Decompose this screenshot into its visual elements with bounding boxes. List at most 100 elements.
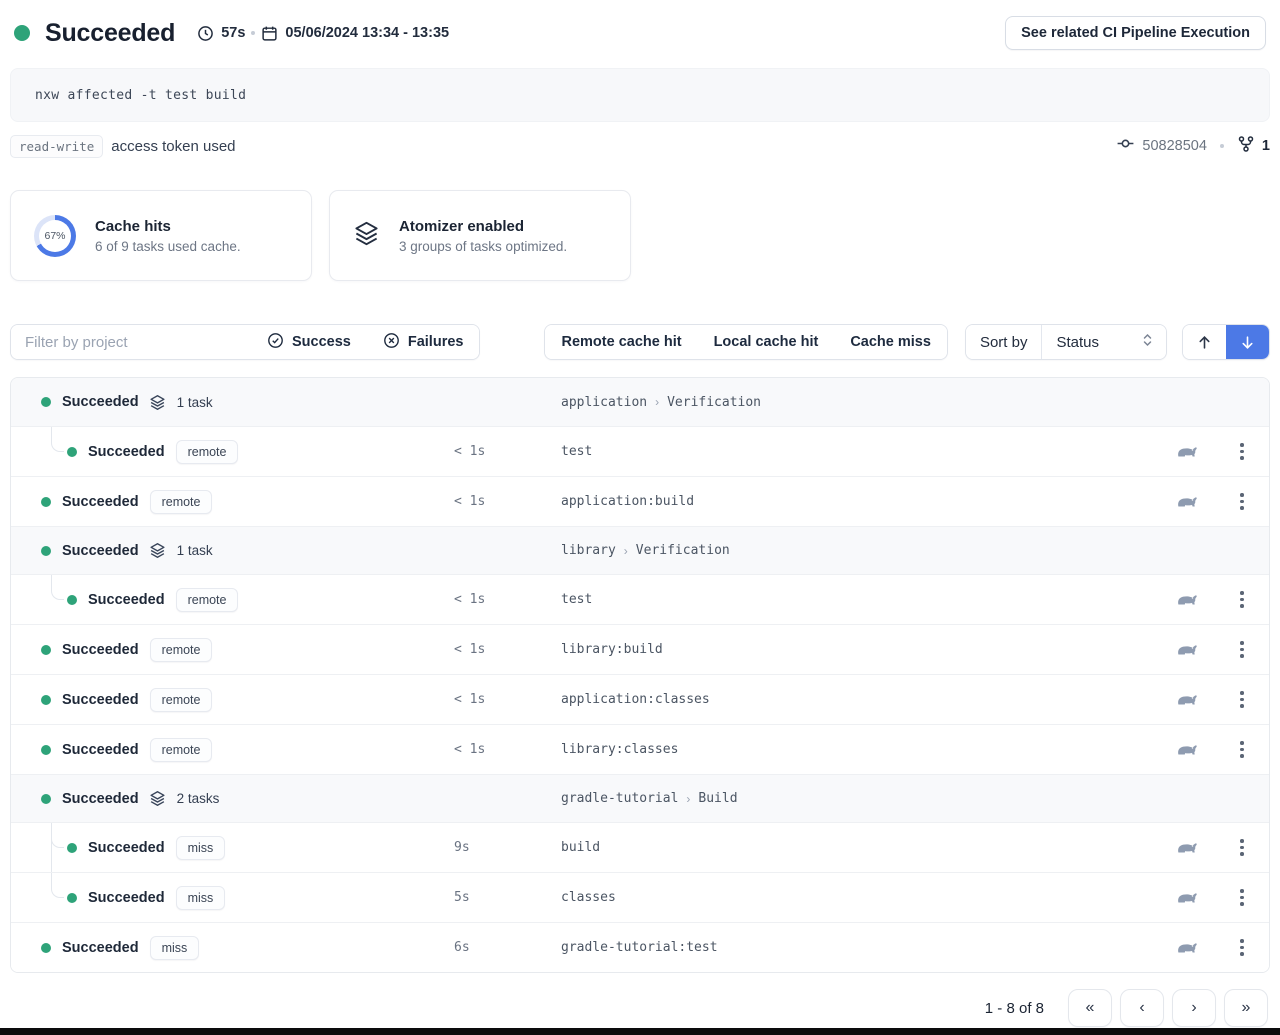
cache-filter-group: Remote cache hit Local cache hit Cache m… bbox=[544, 324, 947, 360]
tree-connector bbox=[51, 575, 64, 600]
access-token-badge: read-write bbox=[10, 135, 103, 158]
failures-filter-label: Failures bbox=[408, 334, 464, 350]
task-group-row[interactable]: Succeeded 2 tasks gradle-tutorial › Buil… bbox=[11, 774, 1269, 822]
status-dot bbox=[41, 695, 51, 705]
status-dot bbox=[41, 645, 51, 655]
gradle-elephant-icon[interactable] bbox=[1159, 575, 1215, 624]
gradle-elephant-icon[interactable] bbox=[1159, 873, 1215, 922]
gradle-elephant-icon[interactable] bbox=[1159, 675, 1215, 724]
command-box: nxw affected -t test build bbox=[10, 68, 1270, 122]
cache-status-badge: remote bbox=[150, 738, 213, 762]
task-row[interactable]: Succeeded remote < 1s test bbox=[11, 426, 1269, 476]
status-dot bbox=[67, 447, 77, 457]
access-token-text: access token used bbox=[111, 138, 235, 155]
sort-select[interactable]: Status bbox=[1041, 325, 1166, 359]
tree-connector bbox=[51, 427, 64, 452]
row-menu-kebab-icon[interactable] bbox=[1215, 625, 1269, 674]
status-dot bbox=[41, 497, 51, 507]
filter-project-input[interactable] bbox=[11, 325, 251, 359]
pagination-range-label: 1 - 8 of 8 bbox=[985, 1000, 1044, 1017]
commit-sha[interactable]: 50828504 bbox=[1142, 138, 1207, 154]
related-pipeline-button[interactable]: See related CI Pipeline Execution bbox=[1005, 16, 1266, 50]
chevron-right-icon: › bbox=[624, 544, 628, 558]
task-status-label: Succeeded bbox=[88, 840, 165, 856]
task-status-label: Succeeded bbox=[62, 692, 139, 708]
task-row[interactable]: Succeeded remote < 1s test bbox=[11, 574, 1269, 624]
task-status-label: Succeeded bbox=[62, 940, 139, 956]
clock-icon bbox=[197, 25, 214, 42]
gradle-elephant-icon[interactable] bbox=[1159, 477, 1215, 526]
task-row[interactable]: Succeeded remote < 1s application:classe… bbox=[11, 674, 1269, 724]
cache-hits-percent: 67% bbox=[44, 230, 65, 242]
gradle-elephant-icon[interactable] bbox=[1159, 427, 1215, 476]
gradle-elephant-icon[interactable] bbox=[1159, 725, 1215, 774]
row-menu-kebab-icon[interactable] bbox=[1215, 427, 1269, 476]
date-range-text: 05/06/2024 13:34 - 13:35 bbox=[285, 25, 449, 41]
header: Succeeded 57s 05/06/2024 13:34 - 13:35 S… bbox=[10, 0, 1270, 66]
task-duration: < 1s bbox=[454, 692, 561, 707]
sort-control: Sort by Status bbox=[965, 324, 1167, 360]
remote-cache-hit-button[interactable]: Remote cache hit bbox=[545, 325, 697, 359]
first-page-button[interactable]: « bbox=[1068, 989, 1112, 1027]
next-page-button[interactable]: › bbox=[1172, 989, 1216, 1027]
row-menu-kebab-icon[interactable] bbox=[1215, 923, 1269, 972]
atomizer-title: Atomizer enabled bbox=[399, 218, 567, 235]
failures-filter-button[interactable]: Failures bbox=[367, 325, 480, 359]
task-row[interactable]: Succeeded remote < 1s application:build bbox=[11, 476, 1269, 526]
separator-dot bbox=[251, 31, 255, 35]
task-duration: 6s bbox=[454, 940, 561, 955]
sorter-icon bbox=[1141, 332, 1154, 352]
row-menu-kebab-icon[interactable] bbox=[1215, 873, 1269, 922]
sort-ascending-button[interactable] bbox=[1183, 325, 1226, 359]
task-row[interactable]: Succeeded remote < 1s library:classes bbox=[11, 724, 1269, 774]
last-page-button[interactable]: » bbox=[1224, 989, 1268, 1027]
gradle-elephant-icon[interactable] bbox=[1159, 823, 1215, 872]
task-group-row[interactable]: Succeeded 1 task application › Verificat… bbox=[11, 378, 1269, 426]
task-row[interactable]: Succeeded miss 9s build bbox=[11, 822, 1269, 872]
group-status-label: Succeeded bbox=[62, 394, 139, 410]
row-menu-kebab-icon[interactable] bbox=[1215, 823, 1269, 872]
row-menu-kebab-icon[interactable] bbox=[1215, 477, 1269, 526]
cache-miss-button[interactable]: Cache miss bbox=[834, 325, 947, 359]
status-dot bbox=[41, 546, 51, 556]
row-menu-kebab-icon[interactable] bbox=[1215, 675, 1269, 724]
task-row[interactable]: Succeeded miss 6s gradle-tutorial:test bbox=[11, 922, 1269, 972]
chevron-right-icon: › bbox=[686, 792, 690, 806]
layers-icon bbox=[149, 394, 166, 411]
task-status-label: Succeeded bbox=[62, 642, 139, 658]
local-cache-hit-button[interactable]: Local cache hit bbox=[698, 325, 835, 359]
task-duration: < 1s bbox=[454, 494, 561, 509]
cache-status-badge: remote bbox=[150, 638, 213, 662]
task-duration: < 1s bbox=[454, 444, 561, 459]
row-menu-kebab-icon[interactable] bbox=[1215, 575, 1269, 624]
status-dot bbox=[67, 893, 77, 903]
success-filter-button[interactable]: Success bbox=[251, 325, 367, 359]
task-row[interactable]: Succeeded miss 5s classes bbox=[11, 872, 1269, 922]
cache-status-badge: remote bbox=[176, 588, 239, 612]
gradle-elephant-icon[interactable] bbox=[1159, 625, 1215, 674]
task-name: application:classes bbox=[561, 692, 710, 707]
row-menu-kebab-icon[interactable] bbox=[1215, 725, 1269, 774]
project-filter-group: Success Failures bbox=[10, 324, 480, 360]
task-row[interactable]: Succeeded remote < 1s library:build bbox=[11, 624, 1269, 674]
task-list: Succeeded 1 task application › Verificat… bbox=[10, 377, 1270, 973]
task-duration: < 1s bbox=[454, 742, 561, 757]
gradle-elephant-icon[interactable] bbox=[1159, 923, 1215, 972]
group-project-name: library bbox=[561, 543, 616, 558]
pagination: 1 - 8 of 8 « ‹ › » bbox=[10, 989, 1270, 1027]
group-project-name: application bbox=[561, 395, 647, 410]
cache-status-badge: remote bbox=[150, 490, 213, 514]
group-status-label: Succeeded bbox=[62, 791, 139, 807]
group-project-name: gradle-tutorial bbox=[561, 791, 678, 806]
task-group-row[interactable]: Succeeded 1 task library › Verification bbox=[11, 526, 1269, 574]
sort-descending-button[interactable] bbox=[1226, 325, 1269, 359]
page-title: Succeeded bbox=[45, 19, 175, 48]
commit-icon bbox=[1116, 134, 1135, 158]
task-status-label: Succeeded bbox=[88, 592, 165, 608]
success-filter-label: Success bbox=[292, 334, 351, 350]
task-status-label: Succeeded bbox=[62, 494, 139, 510]
task-name: test bbox=[561, 444, 592, 459]
task-name: classes bbox=[561, 890, 616, 905]
task-status-label: Succeeded bbox=[88, 890, 165, 906]
previous-page-button[interactable]: ‹ bbox=[1120, 989, 1164, 1027]
